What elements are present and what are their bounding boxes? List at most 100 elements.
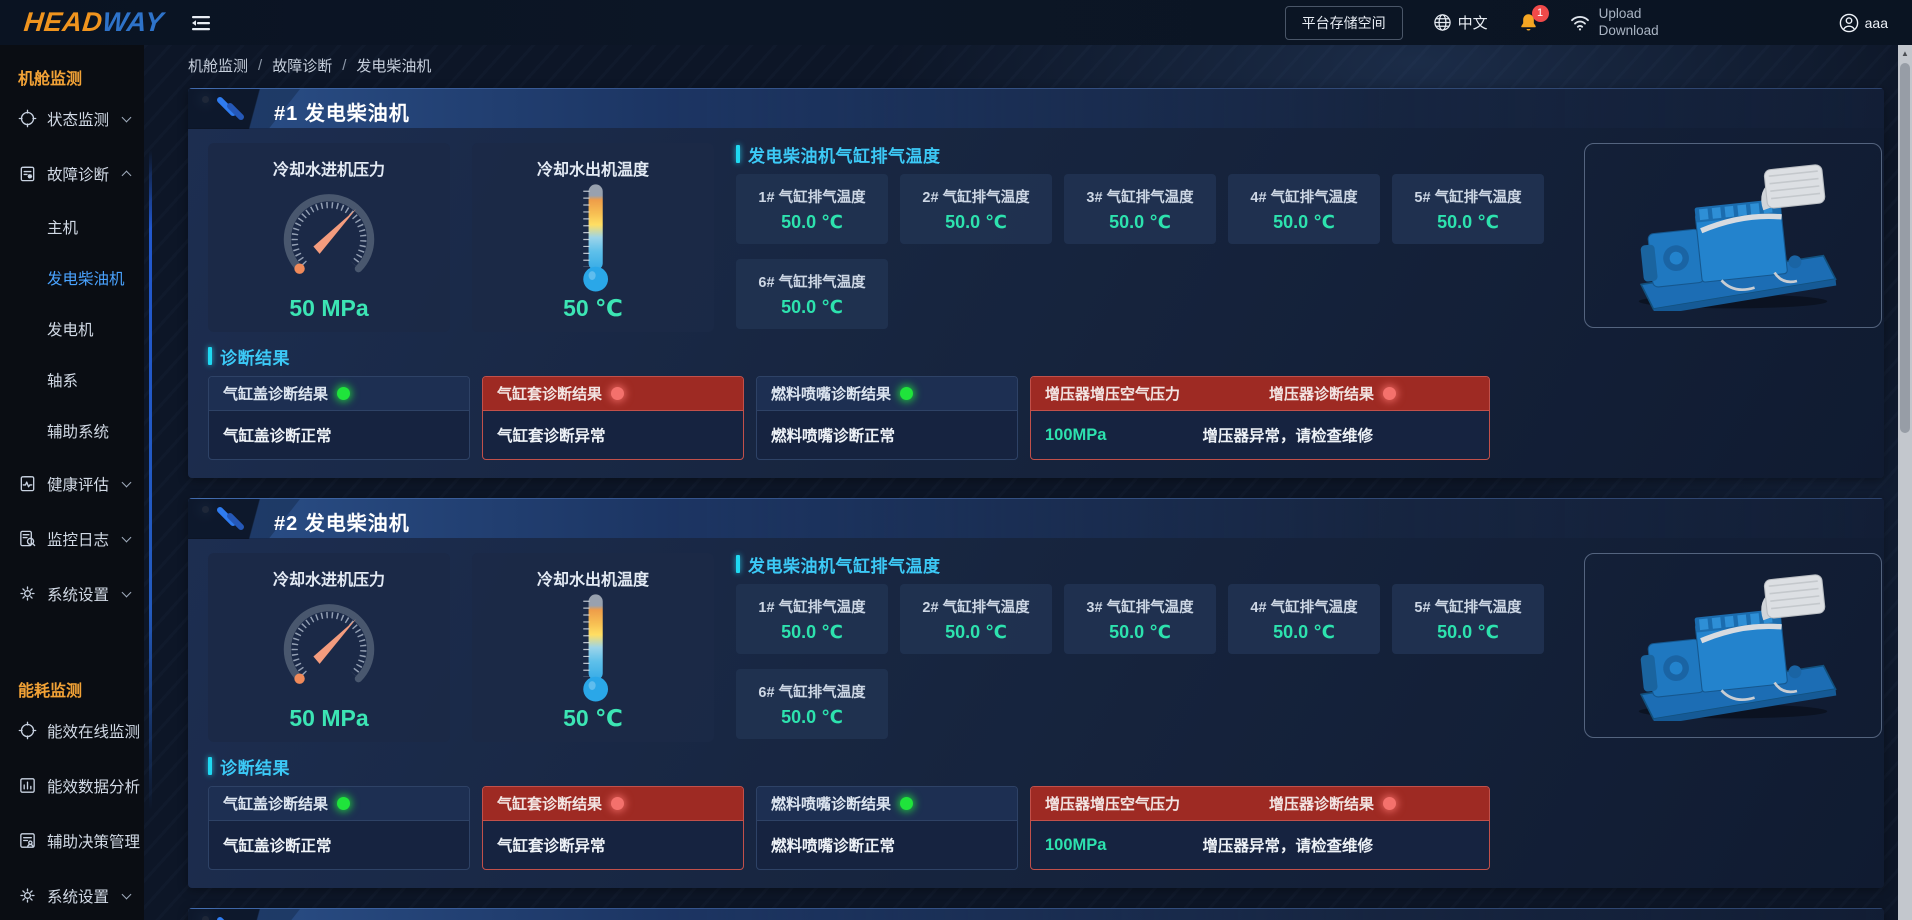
cylinder-temp-card: 5# 气缸排气温度 50.0 ℃ — [1392, 174, 1544, 244]
cylinder-temp-label: 1# 气缸排气温度 — [758, 596, 865, 617]
thermometer-title: 冷却水出机温度 — [537, 156, 649, 180]
panel-title: #2 发电柴油机 — [274, 507, 410, 536]
cylinder-temp-value: 50.0 ℃ — [1273, 212, 1335, 233]
panel-list: #1 发电柴油机 冷却水进机压力 50 MPa 冷却水出机温度 — [188, 88, 1912, 920]
diagnosis-card-header: 气缸套诊断结果 — [483, 787, 743, 821]
sidebar-item-label: 系统设置 — [47, 885, 113, 907]
status-dot — [1383, 387, 1396, 400]
cylinder-temp-label: 3# 气缸排气温度 — [1086, 186, 1193, 207]
diagnosis-card: 气缸套诊断结果 气缸套诊断异常 — [482, 786, 744, 870]
scrollbar-thumb[interactable] — [1900, 63, 1910, 433]
gauge-title: 冷却水进机压力 — [273, 566, 385, 590]
cylinder-temp-value: 50.0 ℃ — [945, 212, 1007, 233]
chevron-icon — [122, 532, 132, 542]
thermometer — [557, 180, 629, 295]
sidebar-item-监控日志[interactable]: 监控日志 — [0, 511, 144, 566]
sidebar-section-header: 能耗监测 — [0, 669, 144, 703]
sidebar-item-健康评估[interactable]: 健康评估 — [0, 456, 144, 511]
status-dot — [337, 797, 350, 810]
diagnosis-card-header: 增压器增压空气压力 增压器诊断结果 — [1031, 377, 1489, 411]
user-avatar-icon — [1839, 13, 1859, 33]
turbocharger-diagnosis-card: 增压器增压空气压力 增压器诊断结果 100MPa 增压器异常，请检查维修 — [1030, 786, 1490, 870]
sidebar-item-系统设置[interactable]: 系统设置 — [0, 868, 144, 920]
gauge-value: 50 MPa — [289, 295, 368, 322]
decorative-accent-line — [149, 150, 152, 810]
diesel-engine-illustration — [1607, 161, 1859, 311]
thermometer-title: 冷却水出机温度 — [537, 566, 649, 590]
diagnosis-card-header: 气缸盖诊断结果 — [209, 377, 469, 411]
cylinder-temp-value: 50.0 ℃ — [781, 707, 843, 728]
cylinder-temp-card: 3# 气缸排气温度 50.0 ℃ — [1064, 174, 1216, 244]
sidebar-subitem-辅助系统[interactable]: 辅助系统 — [0, 405, 144, 456]
pressure-value: 100MPa — [1045, 426, 1106, 445]
diagnosis-card-header: 增压器增压空气压力 增压器诊断结果 — [1031, 787, 1489, 821]
sidebar-subitem-主机[interactable]: 主机 — [0, 201, 144, 252]
headway-logo[interactable]: HEADWAY — [22, 7, 165, 38]
sidebar-item-label: 能效数据分析 — [47, 775, 140, 797]
crosshair-icon — [18, 721, 37, 740]
thermometer-value: 50 ℃ — [563, 295, 623, 322]
section-title-bar — [208, 347, 212, 365]
diagnosis-card: 气缸盖诊断结果 气缸盖诊断正常 — [208, 786, 470, 870]
breadcrumb-item[interactable]: 发电柴油机 — [356, 55, 431, 76]
health-report-icon — [18, 474, 37, 493]
breadcrumb-item[interactable]: 故障诊断 — [272, 55, 332, 76]
panel-header: #2 发电柴油机 — [188, 498, 1884, 538]
vertical-scrollbar[interactable]: ▲ — [1898, 45, 1912, 920]
cylinder-temp-label: 2# 气缸排气温度 — [922, 596, 1029, 617]
user-menu[interactable]: aaa — [1839, 13, 1888, 33]
cylinder-temp-card: 5# 气缸排气温度 50.0 ℃ — [1392, 584, 1544, 654]
platform-storage-button[interactable]: 平台存储空间 — [1285, 6, 1403, 40]
sidebar-collapse-icon[interactable] — [190, 14, 212, 32]
diagnosis-section-title: 诊断结果 — [220, 754, 290, 779]
diagnosis-card-body: 燃料喷嘴诊断正常 — [757, 821, 1017, 869]
sidebar-subitem-轴系[interactable]: 轴系 — [0, 354, 144, 405]
sidebar-item-辅助决策管理[interactable]: 辅助决策管理 — [0, 813, 144, 868]
diagnosis-card-body: 气缸盖诊断正常 — [209, 411, 469, 459]
cylinder-temp-value: 50.0 ℃ — [1109, 212, 1171, 233]
language-label: 中文 — [1458, 12, 1488, 33]
upload-download-control[interactable]: Upload Download — [1569, 6, 1659, 38]
sidebar-item-系统设置[interactable]: 系统设置 — [0, 566, 144, 621]
sidebar-subitem-发电柴油机[interactable]: 发电柴油机 — [0, 252, 144, 303]
sidebar-item-能效数据分析[interactable]: 能效数据分析 — [0, 758, 144, 813]
notification-bell[interactable]: 1 — [1518, 12, 1539, 34]
sidebar-item-能效在线监测[interactable]: 能效在线监测 — [0, 703, 144, 758]
cylinder-temp-card: 4# 气缸排气温度 50.0 ℃ — [1228, 584, 1380, 654]
diagnosis-card: 气缸盖诊断结果 气缸盖诊断正常 — [208, 376, 470, 460]
topbar: HEADWAY 平台存储空间 中文 — [0, 0, 1912, 45]
language-selector[interactable]: 中文 — [1433, 12, 1488, 33]
diagnosis-card: 燃料喷嘴诊断结果 燃料喷嘴诊断正常 — [756, 376, 1018, 460]
thermometer-value: 50 ℃ — [563, 705, 623, 732]
diagnosis-section-title: 诊断结果 — [220, 344, 290, 369]
cylinder-temp-label: 5# 气缸排气温度 — [1414, 596, 1521, 617]
sidebar-item-故障诊断[interactable]: 故障诊断 — [0, 146, 144, 201]
main-content: 机舱监测/故障诊断/发电柴油机 #1 发电柴油机 冷却水进机压力 — [144, 45, 1912, 920]
sidebar-item-label: 监控日志 — [47, 528, 113, 550]
diagnosis-card-body: 气缸套诊断异常 — [483, 411, 743, 459]
cylinder-temp-label: 6# 气缸排气温度 — [758, 271, 865, 292]
diagnosis-card-body: 100MPa 增压器异常，请检查维修 — [1031, 411, 1489, 459]
chevron-icon — [122, 587, 132, 597]
status-dot — [611, 387, 624, 400]
cylinder-temp-card: 3# 气缸排气温度 50.0 ℃ — [1064, 584, 1216, 654]
diagnosis-card-header: 气缸套诊断结果 — [483, 377, 743, 411]
sidebar: 机舱监测 状态监测 故障诊断 主机发电柴油机发电机轴系辅助系统 健康评估 监控日… — [0, 45, 144, 920]
cylinder-temp-card: 2# 气缸排气温度 50.0 ℃ — [900, 584, 1052, 654]
panel-title: #1 发电柴油机 — [274, 97, 410, 126]
sidebar-item-状态监测[interactable]: 状态监测 — [0, 91, 144, 146]
breadcrumb-separator: / — [342, 57, 346, 74]
cylinder-temp-value: 50.0 ℃ — [1109, 622, 1171, 643]
breadcrumb: 机舱监测/故障诊断/发电柴油机 — [188, 55, 1912, 75]
upload-label: Upload — [1599, 6, 1659, 22]
sidebar-subitem-发电机[interactable]: 发电机 — [0, 303, 144, 354]
engine-image-card — [1584, 143, 1882, 328]
status-dot — [337, 387, 350, 400]
breadcrumb-item[interactable]: 机舱监测 — [188, 55, 248, 76]
diagnosis-card-header: 气缸盖诊断结果 — [209, 787, 469, 821]
diagnosis-card-body: 燃料喷嘴诊断正常 — [757, 411, 1017, 459]
scrollbar-up-arrow[interactable]: ▲ — [1898, 45, 1912, 61]
diagnosis-section: 诊断结果 气缸盖诊断结果 气缸盖诊断正常 气缸套诊断结果 气缸套诊断异常 燃料喷… — [208, 345, 1864, 460]
wifi-icon — [1569, 13, 1591, 32]
pressure-gauge-card: 冷却水进机压力 50 MPa — [208, 553, 450, 742]
